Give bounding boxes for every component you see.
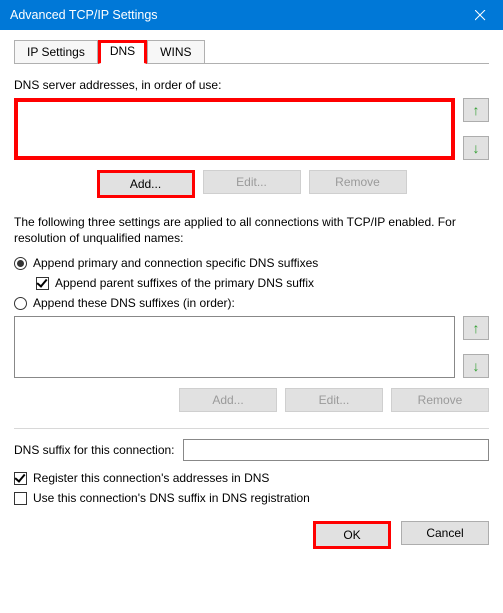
check-parent[interactable]: [36, 277, 49, 290]
check-register[interactable]: [14, 472, 27, 485]
arrow-up-icon: ↑: [473, 320, 480, 336]
move-up-button[interactable]: ↑: [463, 98, 489, 122]
tab-ip-settings[interactable]: IP Settings: [14, 40, 98, 64]
radio-primary[interactable]: [14, 257, 27, 270]
arrow-down-icon: ↓: [473, 358, 480, 374]
titlebar: Advanced TCP/IP Settings: [0, 0, 503, 30]
suffix-move-up-button[interactable]: ↑: [463, 316, 489, 340]
edit-suffix-button[interactable]: Edit...: [285, 388, 383, 412]
dns-servers-group: ↑ ↓: [14, 98, 489, 160]
dns-servers-buttons: Add... Edit... Remove: [14, 170, 489, 198]
close-icon: [475, 10, 486, 21]
dns-servers-reorder: ↑ ↓: [463, 98, 489, 160]
add-server-button[interactable]: Add...: [97, 170, 195, 198]
dns-servers-list[interactable]: [14, 98, 455, 160]
radio-append-row[interactable]: Append these DNS suffixes (in order):: [14, 296, 489, 310]
dialog-footer: OK Cancel: [14, 521, 489, 549]
radio-append[interactable]: [14, 297, 27, 310]
dns-suffix-label: DNS suffix for this connection:: [14, 443, 175, 457]
dns-suffixes-buttons: Add... Edit... Remove: [14, 388, 489, 412]
remove-server-button[interactable]: Remove: [309, 170, 407, 194]
radio-primary-row[interactable]: Append primary and connection specific D…: [14, 256, 489, 270]
tab-wins[interactable]: WINS: [147, 40, 204, 64]
dns-suffixes-group: ↑ ↓: [14, 316, 489, 378]
dns-servers-label: DNS server addresses, in order of use:: [14, 78, 489, 92]
divider: [14, 428, 489, 429]
close-button[interactable]: [458, 0, 503, 30]
dns-suffix-connection-row: DNS suffix for this connection:: [14, 439, 489, 461]
suffix-move-down-button[interactable]: ↓: [463, 354, 489, 378]
radio-append-label: Append these DNS suffixes (in order):: [33, 296, 235, 310]
arrow-down-icon: ↓: [473, 140, 480, 156]
radio-primary-label: Append primary and connection specific D…: [33, 256, 318, 270]
add-suffix-button[interactable]: Add...: [179, 388, 277, 412]
check-parent-label: Append parent suffixes of the primary DN…: [55, 276, 314, 290]
check-parent-row[interactable]: Append parent suffixes of the primary DN…: [36, 276, 489, 290]
check-register-row[interactable]: Register this connection's addresses in …: [14, 471, 489, 485]
dns-suffixes-reorder: ↑ ↓: [463, 316, 489, 378]
remove-suffix-button[interactable]: Remove: [391, 388, 489, 412]
dns-suffixes-list[interactable]: [14, 316, 455, 378]
dialog-content: IP Settings DNS WINS DNS server addresse…: [0, 30, 503, 563]
check-usesuffix-label: Use this connection's DNS suffix in DNS …: [33, 491, 310, 505]
window-title: Advanced TCP/IP Settings: [10, 8, 458, 22]
check-register-label: Register this connection's addresses in …: [33, 471, 269, 485]
tab-dns[interactable]: DNS: [98, 40, 147, 64]
dns-note: The following three settings are applied…: [14, 214, 489, 246]
move-down-button[interactable]: ↓: [463, 136, 489, 160]
check-usesuffix[interactable]: [14, 492, 27, 505]
cancel-button[interactable]: Cancel: [401, 521, 489, 545]
dns-suffix-input[interactable]: [183, 439, 489, 461]
check-usesuffix-row[interactable]: Use this connection's DNS suffix in DNS …: [14, 491, 489, 505]
arrow-up-icon: ↑: [473, 102, 480, 118]
ok-button[interactable]: OK: [313, 521, 391, 549]
tab-strip: IP Settings DNS WINS: [14, 40, 489, 64]
edit-server-button[interactable]: Edit...: [203, 170, 301, 194]
